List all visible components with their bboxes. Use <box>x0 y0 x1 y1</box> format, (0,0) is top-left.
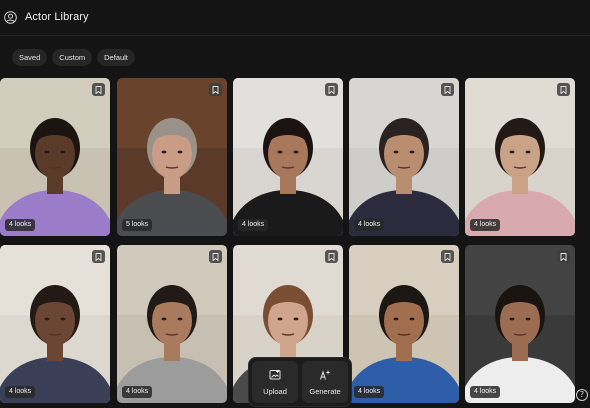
looks-badge: 4 looks <box>354 219 385 231</box>
actor-card[interactable]: 4 looks <box>465 78 575 236</box>
filter-chips: Saved Custom Default <box>12 49 135 66</box>
bookmark-glyph <box>212 252 219 261</box>
actor-card[interactable]: 4 looks <box>233 78 343 236</box>
upload-label: Upload <box>263 386 287 396</box>
looks-badge: 5 looks <box>122 219 153 231</box>
actor-card[interactable]: 4 looks <box>0 245 110 403</box>
actor-portrait <box>349 245 459 403</box>
help-button[interactable]: ? <box>576 389 588 401</box>
actor-card[interactable]: 5 looks <box>117 78 227 236</box>
looks-badge: 4 looks <box>5 219 36 231</box>
page-title: Actor Library <box>25 11 89 23</box>
generate-button[interactable]: Generate <box>302 361 348 403</box>
actor-portrait <box>117 78 227 236</box>
actor-card[interactable]: 4 looks <box>349 245 459 403</box>
looks-badge: 4 looks <box>122 386 153 398</box>
generate-label: Generate <box>309 386 341 396</box>
actor-portrait <box>465 245 575 403</box>
bookmark-glyph <box>95 252 102 261</box>
actor-portrait <box>117 245 227 403</box>
actor-card[interactable]: 4 looks <box>465 245 575 403</box>
filter-custom[interactable]: Custom <box>52 49 93 66</box>
actor-card[interactable]: 4 looks <box>117 245 227 403</box>
bookmark-glyph <box>444 85 451 94</box>
bookmark-icon[interactable] <box>325 250 338 263</box>
bookmark-icon[interactable] <box>557 83 570 96</box>
looks-badge: 4 looks <box>354 386 385 398</box>
upload-button[interactable]: Upload <box>252 361 298 403</box>
actor-card[interactable]: 4 looks <box>0 78 110 236</box>
bookmark-glyph <box>328 85 335 94</box>
bookmark-glyph <box>212 85 219 94</box>
actor-portrait <box>0 78 110 236</box>
looks-badge: 4 looks <box>470 219 501 231</box>
action-bar: Upload Generate <box>248 357 352 407</box>
bookmark-glyph <box>444 252 451 261</box>
bookmark-icon[interactable] <box>441 83 454 96</box>
actor-portrait <box>349 78 459 236</box>
bookmark-glyph <box>560 252 567 261</box>
ai-sparkle-icon <box>320 369 331 380</box>
actor-card[interactable]: 4 looks <box>349 78 459 236</box>
bookmark-icon[interactable] <box>557 250 570 263</box>
looks-badge: 4 looks <box>5 386 36 398</box>
bookmark-glyph <box>560 85 567 94</box>
looks-badge: 4 looks <box>470 386 501 398</box>
actor-portrait <box>0 245 110 403</box>
bookmark-icon[interactable] <box>92 250 105 263</box>
actor-portrait <box>465 78 575 236</box>
bookmark-glyph <box>328 252 335 261</box>
bookmark-icon[interactable] <box>209 250 222 263</box>
bookmark-glyph <box>95 85 102 94</box>
bookmark-icon[interactable] <box>325 83 338 96</box>
actor-portrait <box>233 78 343 236</box>
bookmark-icon[interactable] <box>441 250 454 263</box>
app-header: Actor Library <box>0 0 590 36</box>
looks-badge: 4 looks <box>238 219 269 231</box>
filter-saved[interactable]: Saved <box>12 49 48 66</box>
bookmark-icon[interactable] <box>92 83 105 96</box>
bookmark-icon[interactable] <box>209 83 222 96</box>
filter-default[interactable]: Default <box>97 49 135 66</box>
user-circle-icon[interactable] <box>4 11 17 24</box>
upload-image-icon <box>269 369 281 379</box>
